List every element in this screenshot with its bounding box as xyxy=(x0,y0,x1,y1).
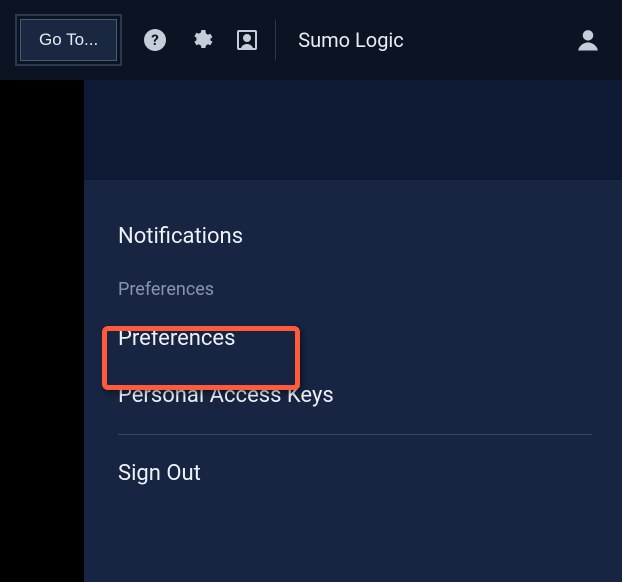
user-menu-panel: Notifications Preferences Preferences Pe… xyxy=(84,180,622,582)
help-icon[interactable]: ? xyxy=(143,28,167,52)
portrait-icon[interactable] xyxy=(235,28,259,52)
menu-item-notifications[interactable]: Notifications xyxy=(118,208,592,265)
menu-divider xyxy=(118,434,592,435)
left-sidebar-strip xyxy=(0,80,84,582)
user-avatar-icon[interactable] xyxy=(574,26,602,54)
gear-icon[interactable] xyxy=(189,28,213,52)
toolbar-divider xyxy=(275,20,276,60)
menu-item-sign-out[interactable]: Sign Out xyxy=(118,445,592,502)
panel-header-band xyxy=(84,80,622,180)
topbar: Go To... ? Sumo Logic xyxy=(0,0,622,80)
menu-item-access-keys[interactable]: Personal Access Keys xyxy=(118,367,592,424)
brand-label: Sumo Logic xyxy=(298,28,404,52)
menu-item-preferences[interactable]: Preferences xyxy=(118,310,592,367)
goto-button[interactable]: Go To... xyxy=(20,19,117,61)
menu-section-label: Preferences xyxy=(118,265,592,310)
toolbar-icons: ? xyxy=(143,28,259,52)
svg-text:?: ? xyxy=(151,31,158,49)
